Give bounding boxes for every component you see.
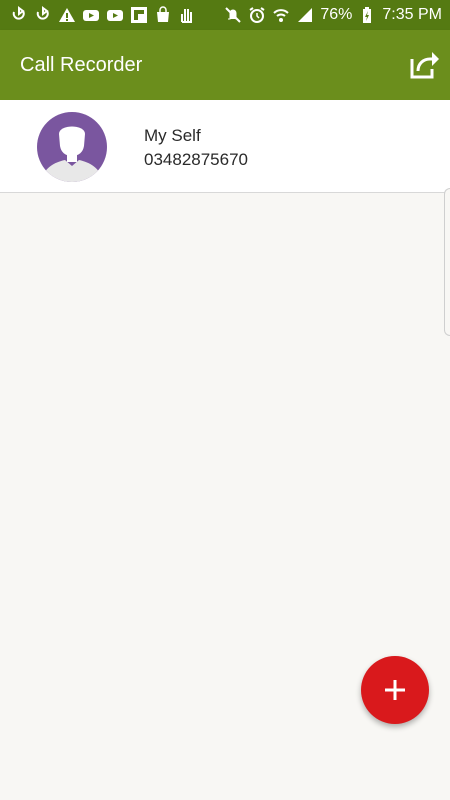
share-button[interactable] bbox=[404, 45, 444, 85]
hand-icon bbox=[178, 6, 196, 24]
status-bar: 76% 7:35 PM bbox=[0, 0, 450, 30]
contact-list-item[interactable]: My Self 03482875670 bbox=[0, 100, 450, 193]
add-button[interactable] bbox=[361, 656, 429, 724]
clock: 7:35 PM bbox=[382, 6, 442, 23]
app-title: Call Recorder bbox=[20, 53, 143, 76]
scroll-handle[interactable] bbox=[444, 188, 450, 336]
alarm-icon bbox=[248, 6, 266, 24]
contact-name: My Self bbox=[144, 126, 201, 145]
wifi-icon bbox=[272, 6, 290, 24]
mute-icon bbox=[224, 6, 242, 24]
battery-charging-icon bbox=[358, 6, 376, 24]
warning-icon bbox=[58, 6, 76, 24]
app-bar: Call Recorder bbox=[0, 30, 450, 100]
shopping-bag-icon bbox=[154, 6, 172, 24]
sync-icon bbox=[34, 6, 52, 24]
battery-percent: 76% bbox=[320, 6, 353, 23]
youtube-icon bbox=[82, 6, 100, 24]
plus-icon bbox=[385, 680, 405, 700]
signal-icon bbox=[296, 6, 314, 24]
contact-number: 03482875670 bbox=[144, 150, 249, 169]
person-silhouette-icon bbox=[41, 126, 103, 182]
flipboard-icon bbox=[130, 6, 148, 24]
share-icon bbox=[410, 52, 439, 79]
notification-icons bbox=[10, 6, 196, 24]
sync-icon bbox=[10, 6, 28, 24]
youtube-icon bbox=[106, 6, 124, 24]
avatar bbox=[37, 112, 107, 182]
system-icons: 76% 7:35 PM bbox=[224, 6, 442, 24]
